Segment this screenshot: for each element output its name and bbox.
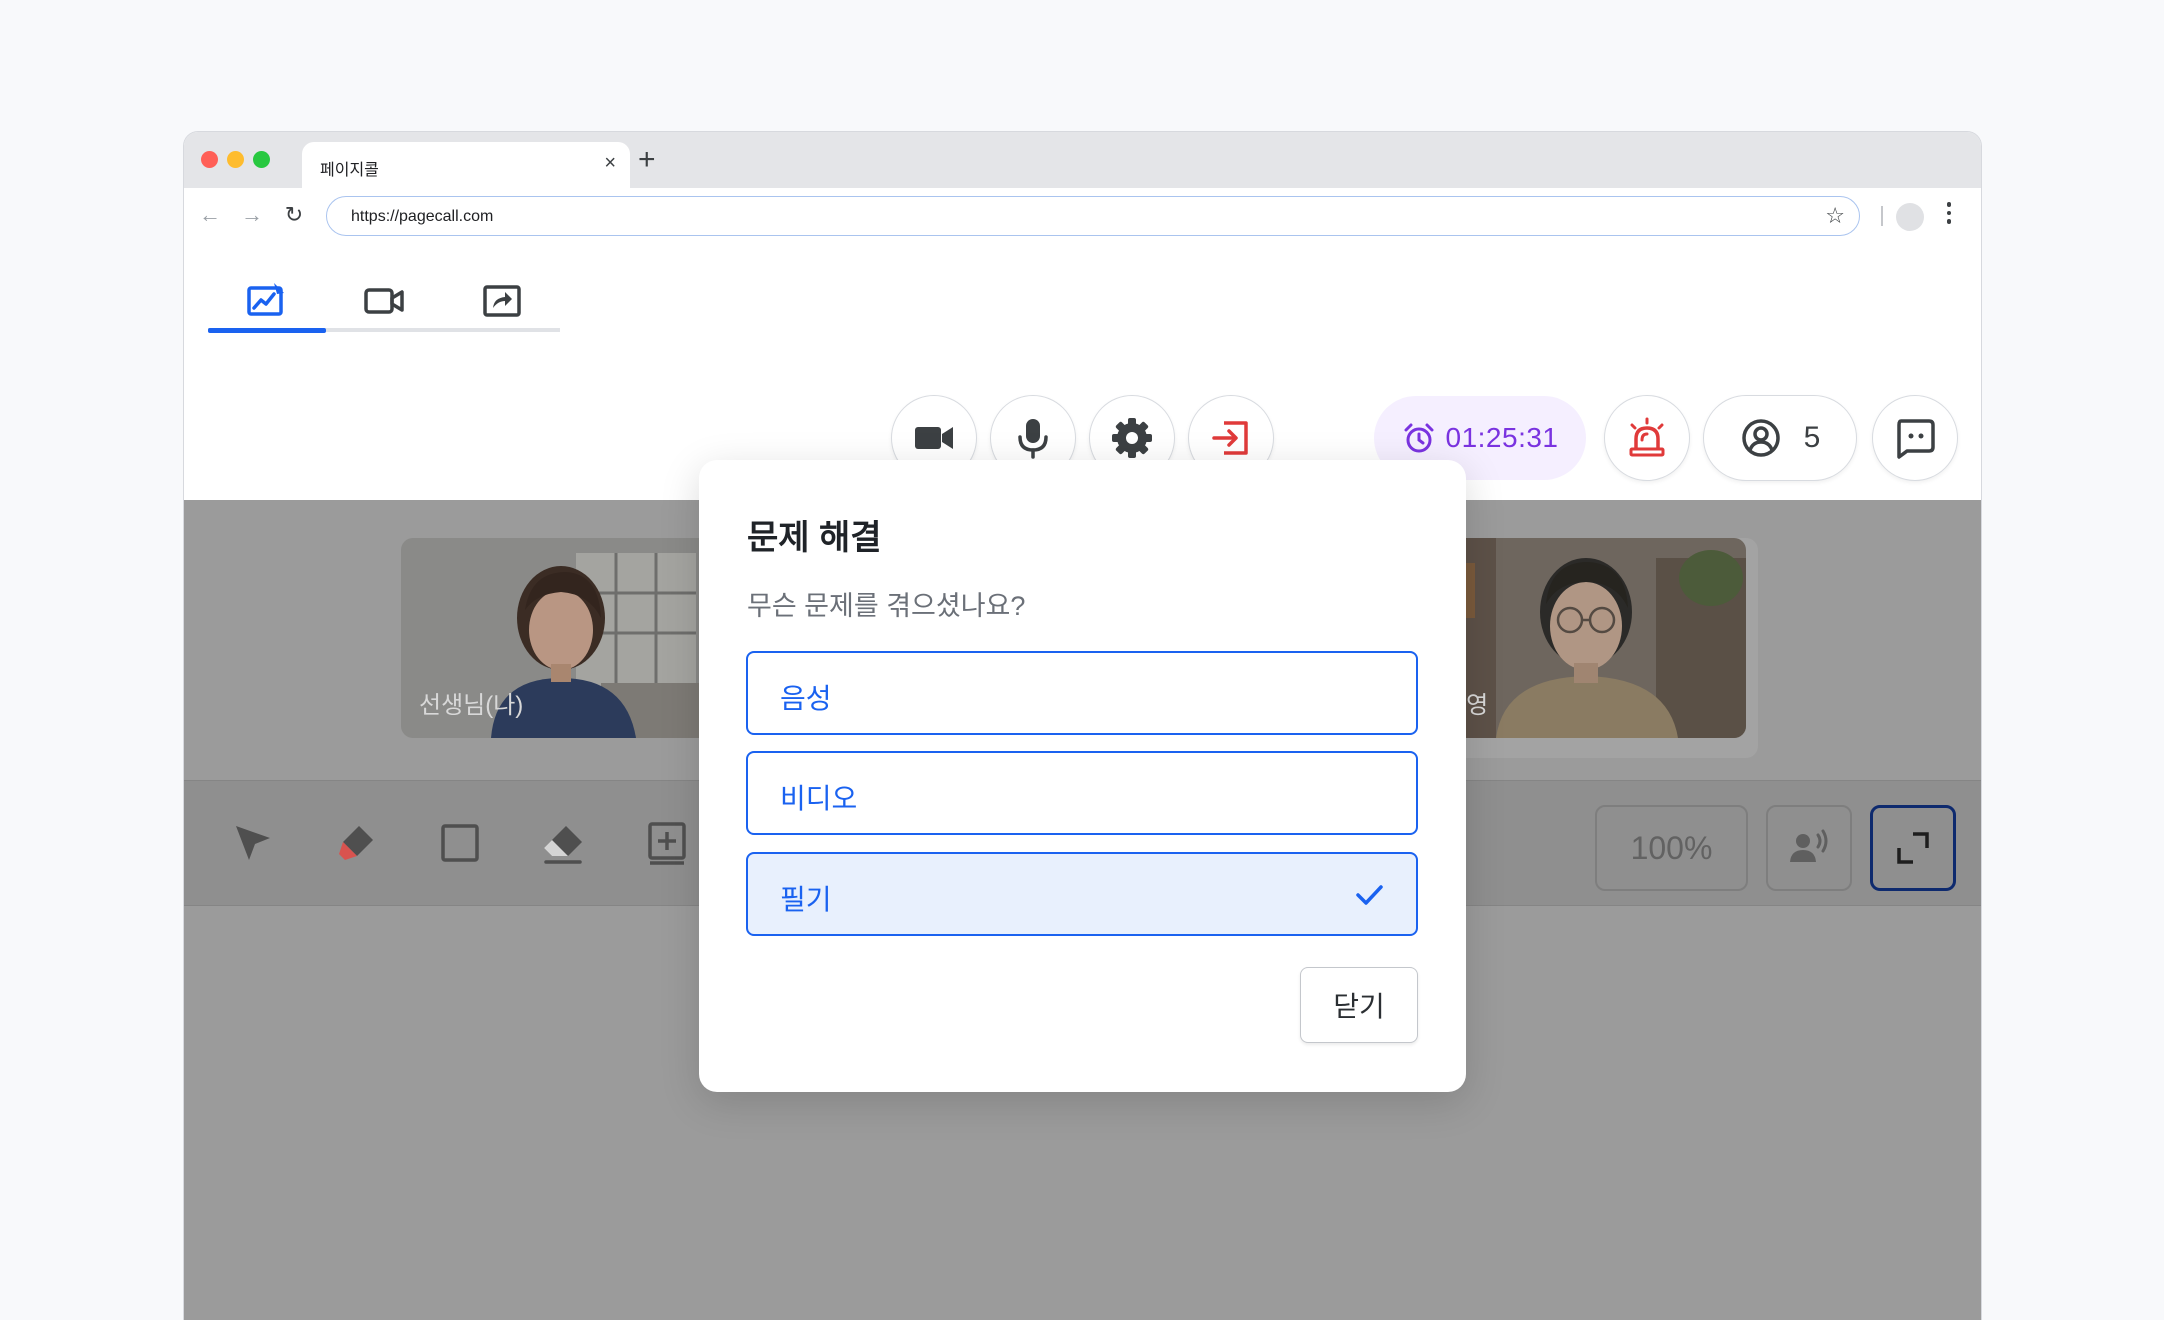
tab-strip: 페이지콜 × + bbox=[184, 132, 1981, 188]
browser-tab[interactable]: 페이지콜 × bbox=[302, 142, 630, 188]
option-video[interactable]: 비디오 bbox=[746, 751, 1418, 835]
checkmark-icon bbox=[1356, 885, 1383, 905]
option-label: 음성 bbox=[780, 683, 832, 714]
reload-button[interactable]: ↻ bbox=[280, 201, 308, 229]
video-tile[interactable]: 수영 bbox=[1426, 538, 1746, 738]
tab-title: 페이지콜 bbox=[320, 162, 379, 179]
speaking-user-icon bbox=[1790, 829, 1828, 862]
gear-icon bbox=[1112, 418, 1152, 458]
back-button[interactable]: ← bbox=[196, 201, 224, 229]
browser-menu-icon[interactable] bbox=[1946, 202, 1952, 228]
toolbar-divider bbox=[1881, 206, 1883, 226]
pointer-icon bbox=[236, 826, 270, 860]
pointer-tool[interactable] bbox=[227, 817, 279, 869]
chat-button[interactable] bbox=[1872, 395, 1958, 481]
tab-whiteboard[interactable] bbox=[208, 274, 324, 328]
siren-icon bbox=[1629, 417, 1665, 457]
pen-tool[interactable] bbox=[330, 817, 382, 869]
option-audio[interactable]: 음성 bbox=[746, 651, 1418, 735]
video-camera-icon bbox=[915, 427, 953, 449]
option-drawing[interactable]: 필기 bbox=[746, 852, 1418, 936]
troubleshoot-dialog: 문제 해결 무슨 문제를 겪으셨나요? 음성 비디오 필기 닫기 bbox=[699, 460, 1466, 1092]
alarm-clock-icon bbox=[1404, 423, 1433, 453]
forward-button[interactable]: → bbox=[238, 201, 266, 229]
tab-screen-share[interactable] bbox=[444, 274, 560, 328]
timer-value: 01:25:31 bbox=[1445, 422, 1559, 453]
eraser-tool[interactable] bbox=[537, 817, 589, 869]
address-bar[interactable]: https://pagecall.com ☆ bbox=[326, 196, 1860, 236]
dialog-subtitle: 무슨 문제를 겪으셨나요? bbox=[747, 591, 1026, 621]
tile-name: 선생님(나) bbox=[419, 692, 524, 719]
option-label: 필기 bbox=[780, 884, 832, 915]
screen-share-icon bbox=[483, 285, 521, 317]
close-button[interactable]: 닫기 bbox=[1300, 967, 1418, 1043]
whiteboard-icon bbox=[247, 283, 284, 316]
microphone-icon bbox=[1018, 419, 1048, 459]
user-circle-icon bbox=[1741, 419, 1780, 457]
tab-close-icon[interactable]: × bbox=[604, 153, 616, 173]
url-text: https://pagecall.com bbox=[351, 208, 494, 225]
view-tabs bbox=[208, 274, 560, 334]
tab-video[interactable] bbox=[326, 274, 442, 328]
video-camera-icon bbox=[364, 288, 404, 314]
option-label: 비디오 bbox=[780, 783, 858, 814]
chat-icon bbox=[1897, 419, 1935, 459]
minimize-window-button[interactable] bbox=[227, 151, 244, 168]
dialog-title: 문제 해결 bbox=[747, 519, 882, 557]
pen-icon bbox=[339, 826, 373, 860]
add-page-tool[interactable] bbox=[641, 817, 693, 869]
profile-avatar[interactable] bbox=[1896, 203, 1924, 231]
active-tab-indicator bbox=[208, 328, 326, 333]
rectangle-icon bbox=[441, 824, 479, 862]
new-tab-button[interactable]: + bbox=[638, 145, 656, 175]
speaker-focus-button[interactable] bbox=[1766, 805, 1852, 891]
exit-icon bbox=[1212, 421, 1248, 455]
maximize-window-button[interactable] bbox=[253, 151, 270, 168]
browser-toolbar: ← → ↻ https://pagecall.com ☆ bbox=[184, 188, 1981, 244]
add-page-icon bbox=[648, 822, 686, 865]
video-tile[interactable]: 선생님(나) bbox=[401, 538, 721, 738]
bookmark-star-icon[interactable]: ☆ bbox=[1825, 205, 1845, 227]
close-window-button[interactable] bbox=[201, 151, 218, 168]
eraser-icon bbox=[544, 826, 582, 864]
participants-button[interactable]: 5 bbox=[1703, 395, 1857, 481]
rectangle-tool[interactable] bbox=[434, 817, 486, 869]
participant-count: 5 bbox=[1803, 421, 1821, 454]
expand-icon bbox=[1897, 832, 1929, 864]
zoom-level-button[interactable]: 100% bbox=[1595, 805, 1748, 891]
fullscreen-button[interactable] bbox=[1870, 805, 1956, 891]
alert-button[interactable] bbox=[1604, 395, 1690, 481]
